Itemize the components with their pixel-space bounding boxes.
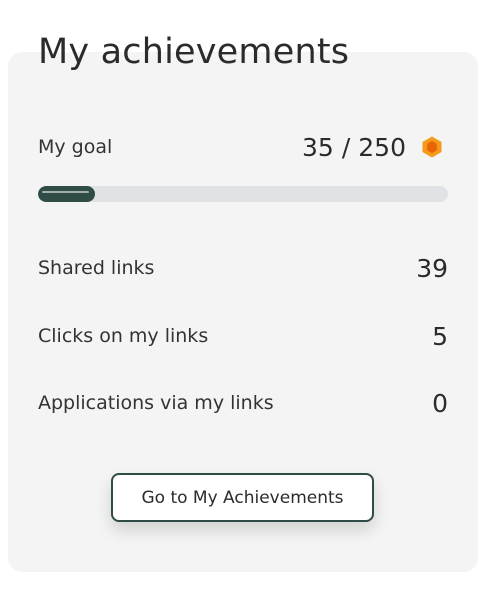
- page-title: My achievements: [38, 32, 350, 72]
- stat-label: Clicks on my links: [38, 325, 209, 347]
- goal-label: My goal: [38, 136, 113, 158]
- stat-row-clicks: Clicks on my links 5: [38, 321, 448, 351]
- goal-target-value: 250: [358, 132, 406, 162]
- goal-summary: 35 / 250: [302, 133, 448, 162]
- goal-progress-bar: [38, 186, 448, 202]
- goal-separator: /: [341, 132, 351, 162]
- stat-value: 39: [416, 253, 448, 283]
- stat-row-shared-links: Shared links 39: [38, 253, 448, 283]
- stat-value: 0: [432, 388, 448, 418]
- hexagon-coin-icon: [420, 135, 444, 159]
- stat-label: Applications via my links: [38, 392, 274, 414]
- stat-label: Shared links: [38, 257, 155, 279]
- goal-progress-text: 35 / 250: [302, 133, 406, 162]
- goal-progress-fill: [38, 186, 95, 202]
- stat-value: 5: [432, 321, 448, 351]
- goal-row: My goal 35 / 250: [38, 132, 448, 162]
- go-to-achievements-button[interactable]: Go to My Achievements: [111, 473, 374, 522]
- stat-row-applications: Applications via my links 0: [38, 388, 448, 418]
- goal-current-value: 35: [302, 132, 334, 162]
